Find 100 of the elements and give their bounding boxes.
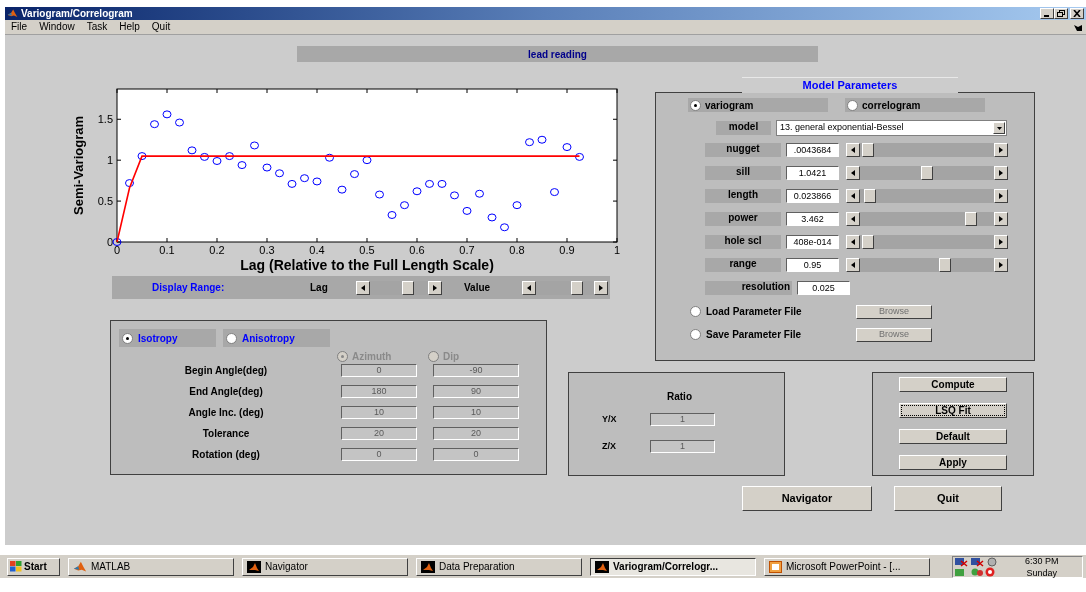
restore-icon [1057, 10, 1065, 17]
field-label: resolution [705, 281, 792, 295]
slider-thumb[interactable] [921, 166, 933, 180]
taskbar-button[interactable]: Data Preparation [416, 557, 582, 576]
input-field[interactable]: 0.025 [797, 281, 850, 295]
taskbar-button[interactable]: MATLAB [68, 557, 234, 576]
right-arrow-icon [998, 147, 1004, 153]
right-arrow-button[interactable] [994, 143, 1008, 157]
radio-button[interactable] [847, 99, 858, 111]
slider[interactable] [522, 280, 608, 295]
tick-label: 0.4 [309, 244, 325, 256]
left-arrow-icon [850, 262, 856, 268]
type-option[interactable]: variogram [688, 98, 828, 112]
menu-item[interactable]: Task [86, 22, 108, 32]
slider-thumb[interactable] [862, 143, 875, 157]
type-option[interactable]: correlogram [845, 98, 985, 112]
input-field[interactable]: 3.462 [786, 212, 839, 226]
slider-label: Lag [310, 281, 329, 295]
taskbar-button[interactable]: Variogram/Correlogr... [590, 557, 756, 576]
ratio-title: Ratio [667, 390, 692, 404]
slider-thumb[interactable] [863, 189, 876, 203]
left-arrow-button[interactable] [356, 280, 370, 295]
minimize-button[interactable] [1040, 8, 1054, 19]
left-arrow-button[interactable] [846, 143, 860, 157]
data-point [225, 152, 234, 161]
left-arrow-button[interactable] [846, 189, 860, 203]
dock-arrow-icon [1074, 25, 1082, 31]
data-point [275, 169, 284, 178]
menu-item[interactable]: Help [119, 22, 140, 32]
navigator-button[interactable]: Navigator [742, 486, 872, 511]
data-point [337, 185, 347, 194]
quit-button[interactable]: Quit [894, 486, 1002, 511]
start-button[interactable]: Start [7, 557, 60, 576]
radio-button[interactable] [690, 99, 701, 111]
menu-item[interactable]: Quit [151, 22, 171, 32]
tick-label: 0.2 [209, 244, 225, 256]
left-arrow-button[interactable] [522, 280, 536, 295]
slider[interactable] [846, 166, 1008, 180]
slider-thumb[interactable] [402, 280, 415, 295]
data-point [375, 190, 384, 199]
figure-window-icon [595, 560, 609, 573]
field-label: power [705, 212, 781, 226]
slider-thumb[interactable] [964, 212, 977, 226]
input-field[interactable]: 1.0421 [786, 166, 839, 180]
input-field[interactable]: 0.023866 [786, 189, 839, 203]
panel-title: Model Parameters [742, 77, 958, 93]
taskbar-button[interactable]: Microsoft PowerPoint - [... [764, 557, 930, 576]
slider[interactable] [846, 258, 1008, 272]
model-dropdown[interactable]: 13. general exponential-Bessel [776, 120, 1007, 136]
action-button[interactable]: LSQ Fit [899, 403, 1007, 418]
slider[interactable] [846, 212, 1008, 226]
right-arrow-button[interactable] [428, 280, 442, 295]
input-field[interactable]: .0043684 [786, 143, 839, 157]
right-arrow-button[interactable] [994, 212, 1008, 226]
slider-thumb[interactable] [570, 280, 583, 295]
slider-thumb[interactable] [939, 258, 952, 272]
right-arrow-button[interactable] [994, 189, 1008, 203]
slider[interactable] [846, 189, 1008, 203]
slider-thumb[interactable] [862, 235, 875, 249]
right-arrow-button[interactable] [994, 166, 1008, 180]
slider[interactable] [356, 280, 442, 295]
taskbar-button[interactable]: Navigator [242, 557, 408, 576]
slider[interactable] [846, 235, 1008, 249]
data-point [387, 211, 397, 219]
data-point [175, 118, 184, 127]
right-arrow-icon [598, 284, 604, 291]
left-arrow-button[interactable] [846, 258, 860, 272]
data-point [512, 201, 522, 210]
action-button[interactable]: Default [899, 429, 1007, 444]
data-point [525, 138, 534, 147]
menu-item[interactable]: File [11, 22, 28, 32]
display-range-label: Display Range: [152, 281, 226, 295]
input-field[interactable]: 0.95 [786, 258, 839, 272]
data-point [425, 179, 434, 188]
right-arrow-button[interactable] [594, 280, 608, 295]
field-label: Y/X [602, 413, 618, 426]
data-point [562, 143, 572, 152]
data-point [350, 170, 359, 179]
right-arrow-button[interactable] [994, 258, 1008, 272]
action-button[interactable]: Apply [899, 455, 1007, 470]
restore-button[interactable] [1054, 8, 1068, 19]
close-button[interactable] [1070, 8, 1084, 19]
right-arrow-button[interactable] [994, 235, 1008, 249]
data-point [187, 146, 197, 155]
action-button[interactable]: Compute [899, 377, 1007, 392]
slider[interactable] [846, 143, 1008, 157]
left-arrow-button[interactable] [846, 166, 860, 180]
data-point [412, 187, 422, 196]
left-arrow-button[interactable] [846, 235, 860, 249]
figure-window-icon [421, 560, 435, 573]
input-field[interactable]: 408e-014 [786, 235, 839, 249]
menu-item[interactable]: Window [39, 22, 75, 32]
data-point [200, 152, 209, 161]
tick-label: 1 [613, 244, 621, 256]
data-point [212, 157, 222, 165]
left-arrow-button[interactable] [846, 212, 860, 226]
left-arrow-icon [360, 284, 366, 291]
left-arrow-icon [526, 284, 532, 291]
tick-label: 0.9 [559, 244, 575, 256]
field-label: Rotation (deg) [191, 448, 261, 462]
